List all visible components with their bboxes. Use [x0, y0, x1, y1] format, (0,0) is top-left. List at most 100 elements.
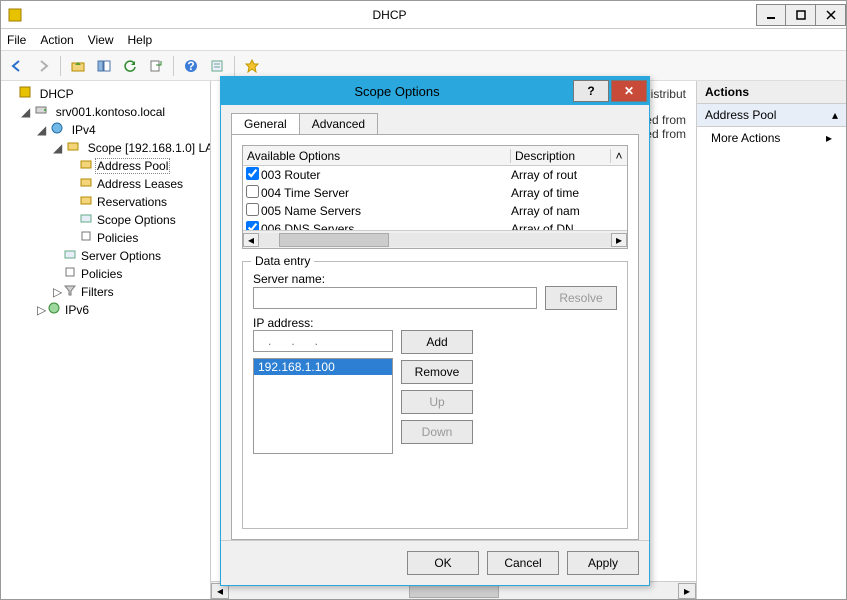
option-description: Array of nam [511, 204, 611, 218]
tree-scope-policies[interactable]: Policies [95, 231, 140, 245]
server-name-input[interactable] [253, 287, 537, 309]
option-description: Array of DN [511, 222, 611, 230]
scroll-left-icon[interactable]: ◂ [243, 233, 259, 247]
forward-button[interactable] [31, 54, 55, 78]
actions-section[interactable]: Address Pool ▴ [697, 104, 846, 127]
refresh-icon[interactable] [118, 54, 142, 78]
tree-server-options[interactable]: Server Options [79, 249, 163, 263]
option-name: 005 Name Servers [261, 204, 511, 218]
ipv4-icon [50, 121, 64, 139]
tab-advanced[interactable]: Advanced [299, 113, 378, 134]
app-icon [7, 7, 23, 23]
twisty-icon[interactable]: ▷ [53, 283, 63, 301]
close-button[interactable] [816, 4, 846, 26]
menu-file[interactable]: File [7, 33, 26, 47]
ipv6-icon [47, 301, 61, 319]
twisty-icon[interactable]: ▷ [37, 301, 47, 319]
tree-address-leases[interactable]: Address Leases [95, 177, 185, 191]
remove-button[interactable]: Remove [401, 360, 473, 384]
option-checkbox[interactable] [246, 221, 259, 230]
tab-panel-general: Available Options Description ˄ 003 Rout… [231, 134, 639, 540]
twisty-icon[interactable]: ◢ [21, 103, 31, 121]
maximize-button[interactable] [786, 4, 816, 26]
tree-ipv6[interactable]: IPv6 [63, 303, 91, 317]
scroll-up-icon[interactable]: ˄ [611, 149, 627, 163]
column-header-description[interactable]: Description [511, 149, 611, 163]
dialog-button-row: OK Cancel Apply [221, 540, 649, 585]
tree-root[interactable]: DHCP [38, 87, 76, 101]
menu-help[interactable]: Help [128, 33, 153, 47]
server-icon [34, 103, 48, 121]
filters-icon [63, 283, 77, 301]
folder-icon [66, 139, 80, 157]
svg-text:?: ? [187, 59, 194, 73]
chevron-right-icon: ▸ [826, 131, 832, 145]
scroll-thumb[interactable] [279, 233, 389, 247]
list-horizontal-scrollbar[interactable]: ◂ ▸ [243, 230, 627, 248]
dialog-help-button[interactable]: ? [573, 80, 609, 102]
cancel-button[interactable]: Cancel [487, 551, 559, 575]
show-hide-tree-icon[interactable] [92, 54, 116, 78]
server-name-label: Server name: [253, 272, 325, 286]
option-name: 004 Time Server [261, 186, 511, 200]
properties-icon[interactable] [205, 54, 229, 78]
twisty-icon[interactable]: ◢ [37, 121, 47, 139]
tab-general[interactable]: General [231, 113, 300, 134]
up-folder-icon[interactable] [66, 54, 90, 78]
actions-section-label: Address Pool [705, 108, 776, 122]
folder-icon [79, 193, 93, 211]
scroll-right-icon[interactable]: ▸ [611, 233, 627, 247]
ip-address-list[interactable]: 192.168.1.100 [253, 358, 393, 454]
dialog-title: Scope Options [221, 84, 573, 99]
window-title: DHCP [23, 8, 756, 22]
menu-action[interactable]: Action [40, 33, 73, 47]
actions-header: Actions [697, 81, 846, 104]
option-description: Array of rout [511, 168, 611, 182]
tree-scope-options[interactable]: Scope Options [95, 213, 178, 227]
export-icon[interactable] [144, 54, 168, 78]
tree-address-pool[interactable]: Address Pool [95, 158, 170, 174]
star-icon[interactable] [240, 54, 264, 78]
dialog-titlebar[interactable]: Scope Options ? ✕ [221, 77, 649, 105]
options-icon [63, 247, 77, 265]
tree-filters[interactable]: Filters [79, 285, 116, 299]
add-button[interactable]: Add [401, 330, 473, 354]
ip-list-item[interactable]: 192.168.1.100 [254, 359, 392, 375]
collapse-icon[interactable]: ▴ [832, 108, 838, 122]
ok-button[interactable]: OK [407, 551, 479, 575]
option-row[interactable]: 003 RouterArray of rout [243, 166, 627, 184]
menu-view[interactable]: View [88, 33, 114, 47]
resolve-button[interactable]: Resolve [545, 286, 617, 310]
apply-button[interactable]: Apply [567, 551, 639, 575]
tree-ipv4[interactable]: IPv4 [70, 123, 98, 137]
policies-icon [79, 229, 93, 247]
titlebar: DHCP [1, 1, 846, 29]
actions-more[interactable]: More Actions ▸ [697, 127, 846, 149]
help-icon[interactable]: ? [179, 54, 203, 78]
option-name: 006 DNS Servers [261, 222, 511, 230]
tree-policies[interactable]: Policies [79, 267, 124, 281]
twisty-icon[interactable]: ◢ [53, 139, 63, 157]
option-checkbox[interactable] [246, 203, 259, 216]
folder-icon [79, 175, 93, 193]
tree-reservations[interactable]: Reservations [95, 195, 169, 209]
option-checkbox[interactable] [246, 185, 259, 198]
back-button[interactable] [5, 54, 29, 78]
scroll-right-icon[interactable]: ▸ [678, 583, 696, 599]
options-icon [79, 211, 93, 229]
dhcp-root-icon [18, 85, 32, 103]
option-row[interactable]: 005 Name ServersArray of nam [243, 202, 627, 220]
option-checkbox[interactable] [246, 167, 259, 180]
dialog-close-button[interactable]: ✕ [611, 80, 647, 102]
minimize-button[interactable] [756, 4, 786, 26]
actions-pane: Actions Address Pool ▴ More Actions ▸ [696, 81, 846, 599]
down-button[interactable]: Down [401, 420, 473, 444]
column-header-options[interactable]: Available Options [243, 149, 511, 163]
up-button[interactable]: Up [401, 390, 473, 414]
ip-address-input[interactable] [253, 330, 393, 352]
option-row[interactable]: 006 DNS ServersArray of DN [243, 220, 627, 230]
tree-scope[interactable]: Scope [192.168.1.0] LAN [86, 141, 211, 155]
tree-server[interactable]: srv001.kontoso.local [54, 105, 167, 119]
option-row[interactable]: 004 Time ServerArray of time [243, 184, 627, 202]
option-description: Array of time [511, 186, 611, 200]
